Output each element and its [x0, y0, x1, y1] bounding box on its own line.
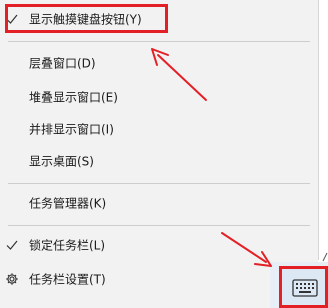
menu-item-label: 并排显示窗口(I) — [29, 122, 114, 137]
keyboard-icon — [292, 279, 318, 297]
menu-item-label: 显示桌面(S) — [29, 154, 94, 169]
checkmark-icon — [6, 240, 18, 250]
gear-icon — [6, 273, 18, 285]
menu-border — [318, 0, 319, 260]
menu-item-label: 任务管理器(K) — [29, 196, 107, 211]
menu-item-task-manager[interactable]: 任务管理器(K) — [0, 189, 318, 217]
menu-separator — [8, 225, 310, 226]
menu-item-show-desktop[interactable]: 显示桌面(S) — [0, 147, 318, 175]
menu-item-label: 任务栏设置(T) — [29, 272, 106, 287]
menu-item-lock-taskbar[interactable]: 锁定任务栏(L) — [0, 231, 318, 259]
menu-item-cascade-windows[interactable]: 层叠窗口(D) — [0, 49, 318, 77]
menu-separator — [8, 183, 310, 184]
menu-item-label: 堆叠显示窗口(E) — [29, 90, 118, 105]
notification-edge-icon — [322, 252, 328, 262]
menu-item-stack-windows[interactable]: 堆叠显示窗口(E) — [0, 83, 318, 111]
annotation-highlight-box — [5, 4, 168, 33]
menu-item-side-by-side-windows[interactable]: 并排显示窗口(I) — [0, 115, 318, 143]
menu-item-label: 锁定任务栏(L) — [29, 238, 106, 253]
menu-separator — [8, 41, 310, 42]
menu-item-label: 层叠窗口(D) — [29, 56, 96, 71]
touch-keyboard-button[interactable] — [279, 266, 328, 308]
